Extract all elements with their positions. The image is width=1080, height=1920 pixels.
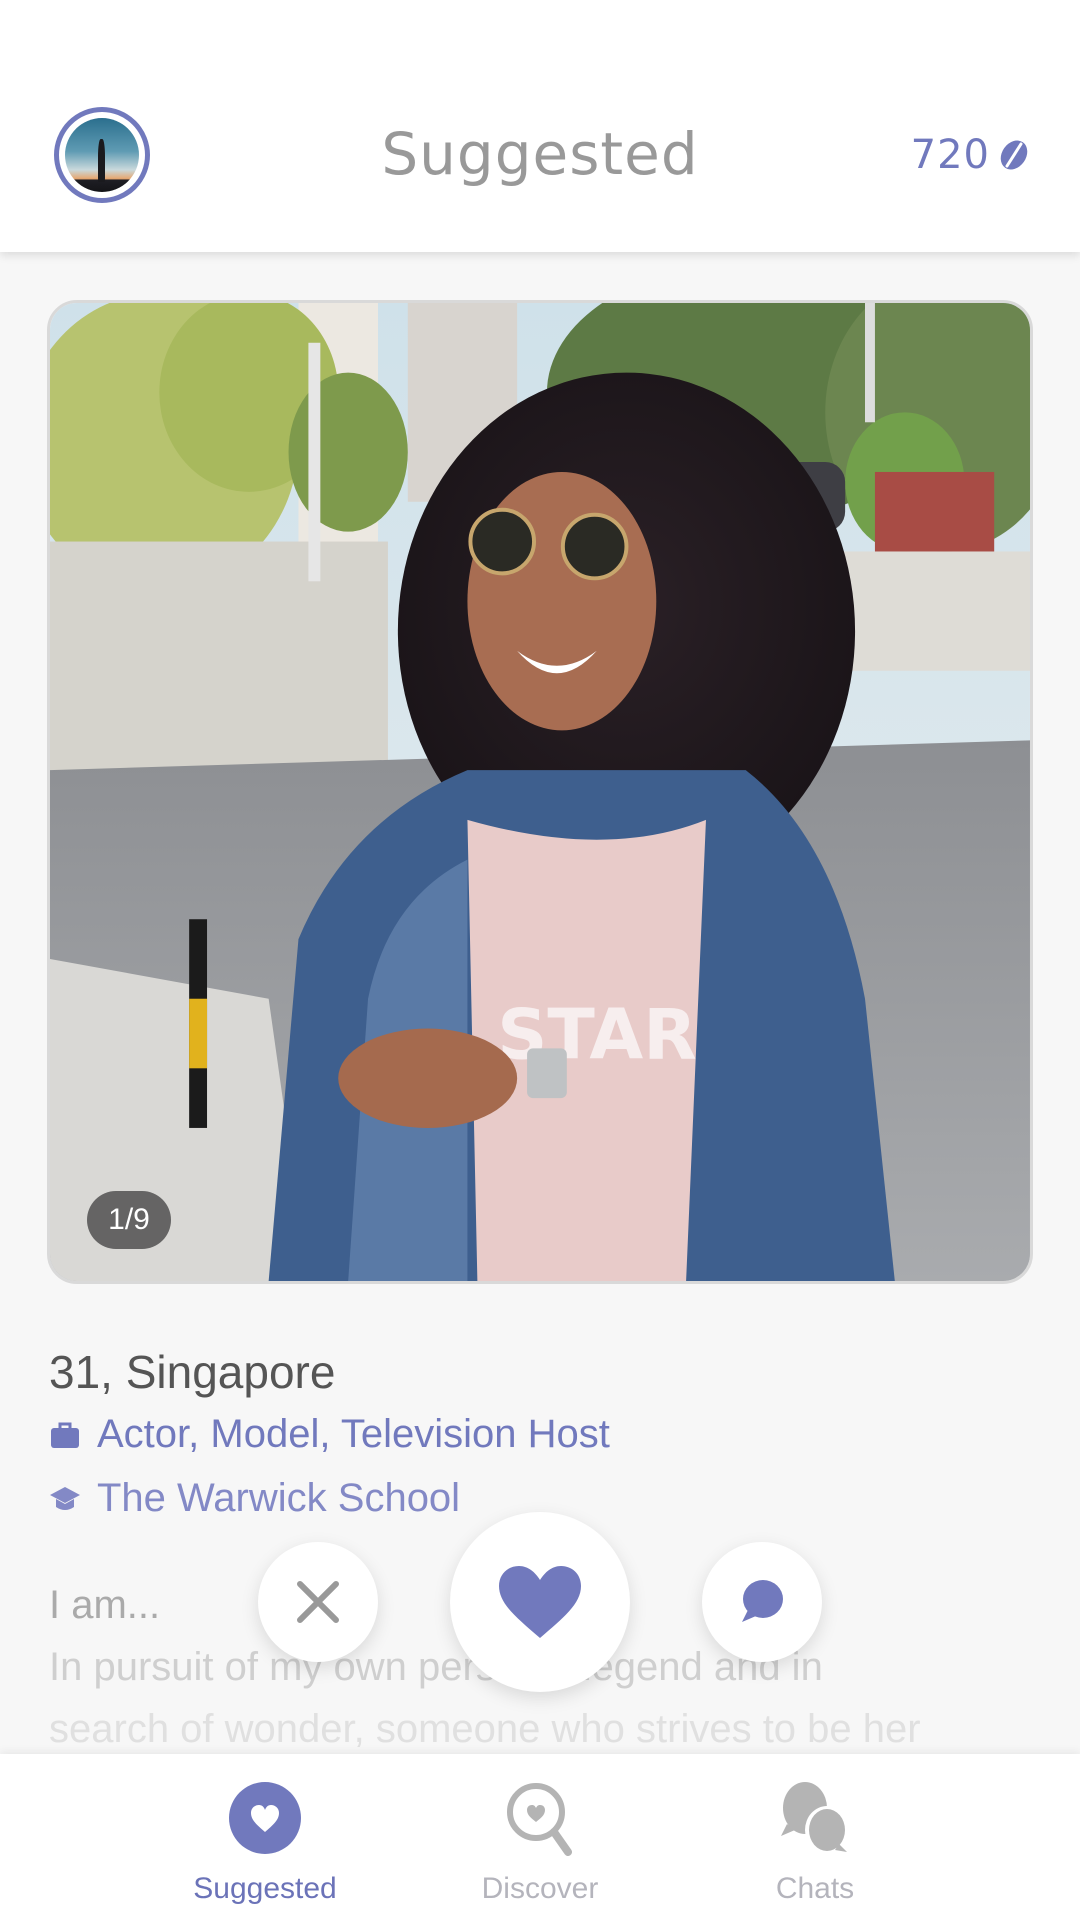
school-row: The Warwick School (49, 1476, 460, 1521)
close-icon (297, 1581, 339, 1623)
nav-tab-chats[interactable]: Chats (715, 1754, 915, 1920)
nav-tab-discover[interactable]: Discover (440, 1754, 640, 1920)
nav-label: Discover (481, 1872, 599, 1905)
occupation-text: Actor, Model, Television Host (97, 1412, 610, 1456)
occupation-row: Actor, Model, Television Host (49, 1412, 610, 1457)
bio-text-line: search of wonder, someone who strives to… (49, 1707, 921, 1751)
nav-label: Chats (775, 1872, 855, 1905)
nav-tab-suggested[interactable]: Suggested (165, 1754, 365, 1920)
top-app-bar: Suggested 720 (0, 0, 1080, 252)
bottom-navigation: Suggested Discover Chats (0, 1754, 1080, 1920)
pass-button[interactable] (258, 1542, 378, 1662)
profile-photo: STAR (50, 303, 1030, 1281)
photo-counter-badge: 1/9 (87, 1191, 171, 1249)
graduation-cap-icon (50, 1486, 80, 1510)
chat-bubble-icon (742, 1580, 783, 1622)
age-location: 31, Singapore (49, 1346, 336, 1398)
about-heading: I am... (49, 1583, 161, 1627)
heart-circle-icon (229, 1782, 301, 1854)
briefcase-icon (51, 1422, 79, 1448)
bio-text-line: In pursuit of my own personal legend and… (49, 1645, 823, 1689)
chats-icon (781, 1782, 849, 1854)
search-heart-icon (507, 1783, 572, 1856)
credits-balance-button[interactable]: 720 (911, 132, 1030, 178)
message-button[interactable] (702, 1542, 822, 1662)
coffee-bean-icon (1000, 140, 1028, 170)
like-button[interactable] (450, 1512, 630, 1692)
school-text: The Warwick School (97, 1476, 461, 1520)
profile-photo-card[interactable]: STAR 1/9 (47, 300, 1033, 1284)
credits-value: 720 (910, 132, 990, 178)
heart-icon (499, 1566, 581, 1638)
nav-label: Suggested (193, 1872, 337, 1905)
